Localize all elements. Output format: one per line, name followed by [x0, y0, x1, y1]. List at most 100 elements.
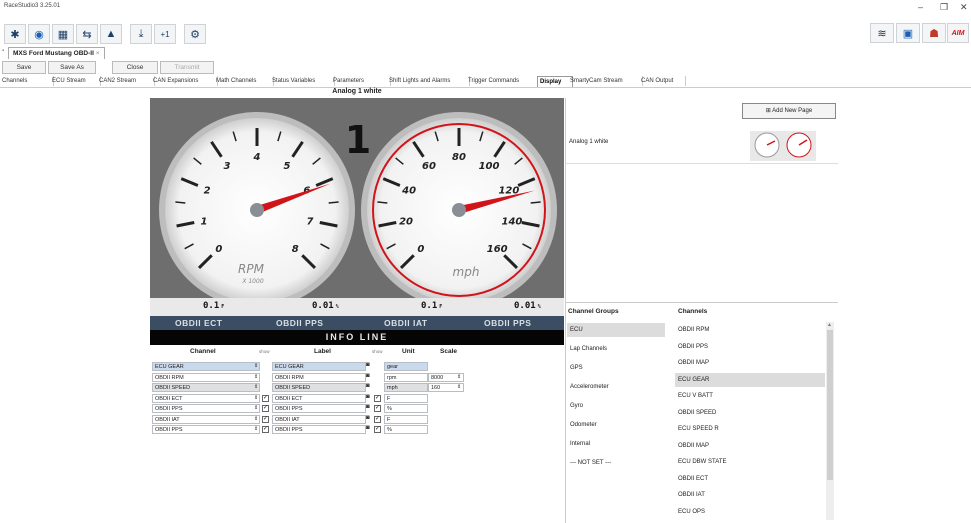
select-arrow-icon[interactable]: ⇕ [254, 363, 258, 369]
channel-item[interactable]: ECU V BATT [675, 389, 825, 403]
scroll-up-icon[interactable]: ▲ [827, 322, 832, 328]
maximize-button[interactable]: ❐ [940, 2, 948, 13]
gauge-icon[interactable]: ◉ [28, 24, 50, 44]
font-style-icon[interactable]: ◙ [366, 394, 370, 400]
download-icon[interactable]: ⤓ [130, 24, 152, 44]
select-arrow-icon[interactable]: ⇕ [254, 405, 258, 411]
font-style-icon[interactable]: ◙ [366, 415, 370, 421]
close-window-button[interactable]: ✕ [960, 2, 968, 13]
channel-group-item[interactable]: Accelerometer [567, 380, 665, 394]
close-button[interactable]: Close [112, 61, 158, 74]
label-field[interactable]: OBDII PPS [272, 404, 366, 413]
transmit-button[interactable]: Transmit [160, 61, 214, 74]
select-arrow-icon[interactable]: ⇕ [254, 384, 258, 390]
font-style-icon[interactable]: ◙ [366, 373, 370, 379]
channels-scroll-thumb[interactable] [827, 330, 833, 480]
channel-select[interactable]: OBDII PPS [152, 425, 260, 434]
channel-item[interactable]: OBDII RPM [675, 323, 825, 337]
plus-one-icon[interactable]: +1 [154, 24, 176, 44]
tab-can2-stream[interactable]: CAN2 Stream [97, 76, 155, 86]
device-icon[interactable]: ▣ [896, 23, 920, 43]
label-field[interactable]: OBDII IAT [272, 414, 366, 424]
label-field[interactable]: OBDII SPEED [272, 383, 366, 392]
show-checkbox[interactable]: ✓ [262, 415, 269, 423]
select-arrow-icon[interactable]: ⇕ [457, 384, 461, 390]
tab-smartycam-stream[interactable]: SmartyCam Stream [568, 76, 643, 86]
channel-item[interactable]: ECU DBW STATE [675, 455, 825, 469]
unit-field[interactable]: % [384, 425, 428, 434]
tab-trigger-commands[interactable]: Trigger Commands [466, 76, 541, 86]
tab-channels[interactable]: Channels [0, 76, 54, 86]
channel-item[interactable]: ECU GEAR [675, 372, 825, 387]
channel-select[interactable]: OBDII SPEED [152, 383, 260, 392]
label-show-checkbox[interactable]: ✓ [374, 415, 381, 423]
select-arrow-icon[interactable]: ⇕ [254, 374, 258, 380]
tab-shift-lights-and-alarms[interactable]: Shift Lights and Alarms [387, 76, 470, 86]
label-field[interactable]: OBDII ECT [272, 393, 366, 403]
select-arrow-icon[interactable]: ⇕ [457, 374, 461, 380]
channel-select[interactable]: OBDII RPM [152, 372, 260, 382]
font-style-icon[interactable]: ◙ [366, 404, 370, 410]
show-checkbox[interactable]: ✓ [262, 394, 269, 402]
channel-item[interactable]: OBDII MAP [675, 439, 825, 453]
tab-can-output[interactable]: CAN Output [639, 76, 686, 86]
user-icon[interactable]: ☗ [922, 23, 946, 43]
unit-field[interactable]: F [384, 393, 428, 403]
car-icon[interactable]: ▲ [100, 24, 122, 44]
label-show-checkbox[interactable]: ✓ [374, 394, 381, 402]
font-style-icon[interactable]: ◙ [366, 383, 370, 389]
channel-item[interactable]: OBDII ECT [675, 472, 825, 486]
channel-item[interactable]: ECU SPEED R [675, 422, 825, 436]
channel-group-item[interactable]: Odometer [567, 418, 665, 432]
channel-select[interactable]: OBDII PPS [152, 404, 260, 413]
channel-item[interactable]: OBDII MAP [675, 356, 825, 370]
tab-math-channels[interactable]: Math Channels [214, 76, 274, 86]
file-tab[interactable]: MXS Ford Mustang OBD-II × [8, 47, 105, 59]
select-arrow-icon[interactable]: ⇕ [254, 416, 258, 422]
channel-item[interactable]: OBDII SPEED [675, 406, 825, 420]
font-style-icon[interactable]: ◙ [366, 425, 370, 431]
tab-status-variables[interactable]: Status Variables [270, 76, 335, 86]
tab-parameters[interactable]: Parameters [331, 76, 391, 86]
grid-icon[interactable]: ▦ [52, 24, 74, 44]
channel-group-item[interactable]: Gyro [567, 399, 665, 413]
unit-field[interactable]: mph [384, 383, 428, 392]
settings-icon[interactable]: ⚙ [184, 24, 206, 44]
select-arrow-icon[interactable]: ⇕ [254, 395, 258, 401]
minimize-button[interactable]: – [918, 2, 923, 12]
wrench-icon[interactable]: ✱ [4, 24, 26, 44]
label-field[interactable]: OBDII PPS [272, 425, 366, 434]
channel-item[interactable]: OBDII PPS [675, 340, 825, 354]
tab-ecu-stream[interactable]: ECU Stream [50, 76, 101, 86]
channel-group-item[interactable]: ECU [567, 323, 665, 337]
channel-group-item[interactable]: GPS [567, 361, 665, 375]
channel-select[interactable]: OBDII IAT [152, 414, 260, 424]
channel-group-item[interactable]: Internal [567, 437, 665, 451]
unit-field[interactable]: gear [384, 362, 428, 371]
show-checkbox[interactable]: ✓ [262, 426, 269, 433]
transfer-icon[interactable]: ⇆ [76, 24, 98, 44]
save-button[interactable]: Save [2, 61, 46, 74]
tab-can-expansions[interactable]: CAN Expansions [151, 76, 218, 86]
unit-field[interactable]: F [384, 414, 428, 424]
page-list-item[interactable]: Analog 1 white [566, 123, 838, 164]
wifi-icon[interactable]: ≋ [870, 23, 894, 43]
save-as-button[interactable]: Save As [48, 61, 96, 74]
add-new-page-button[interactable]: ⊞ Add New Page [742, 103, 836, 119]
channel-select[interactable]: OBDII ECT [152, 393, 260, 403]
unit-field[interactable]: rpm [384, 372, 428, 382]
file-tab-close-icon[interactable]: × [96, 50, 100, 57]
label-show-checkbox[interactable]: ✓ [374, 426, 381, 433]
show-checkbox[interactable]: ✓ [262, 405, 269, 412]
label-field[interactable]: OBDII RPM [272, 372, 366, 382]
font-style-icon[interactable]: ◙ [366, 362, 370, 368]
label-field[interactable]: ECU GEAR [272, 362, 366, 371]
channel-group-item[interactable]: Lap Channels [567, 342, 665, 356]
unit-field[interactable]: % [384, 404, 428, 413]
channel-select[interactable]: ECU GEAR [152, 362, 260, 371]
label-show-checkbox[interactable]: ✓ [374, 405, 381, 412]
channel-group-item[interactable]: --- NOT SET --- [567, 456, 665, 470]
channel-item[interactable]: ECU OPS [675, 505, 825, 519]
select-arrow-icon[interactable]: ⇕ [254, 426, 258, 432]
channel-item[interactable]: OBDII IAT [675, 488, 825, 502]
